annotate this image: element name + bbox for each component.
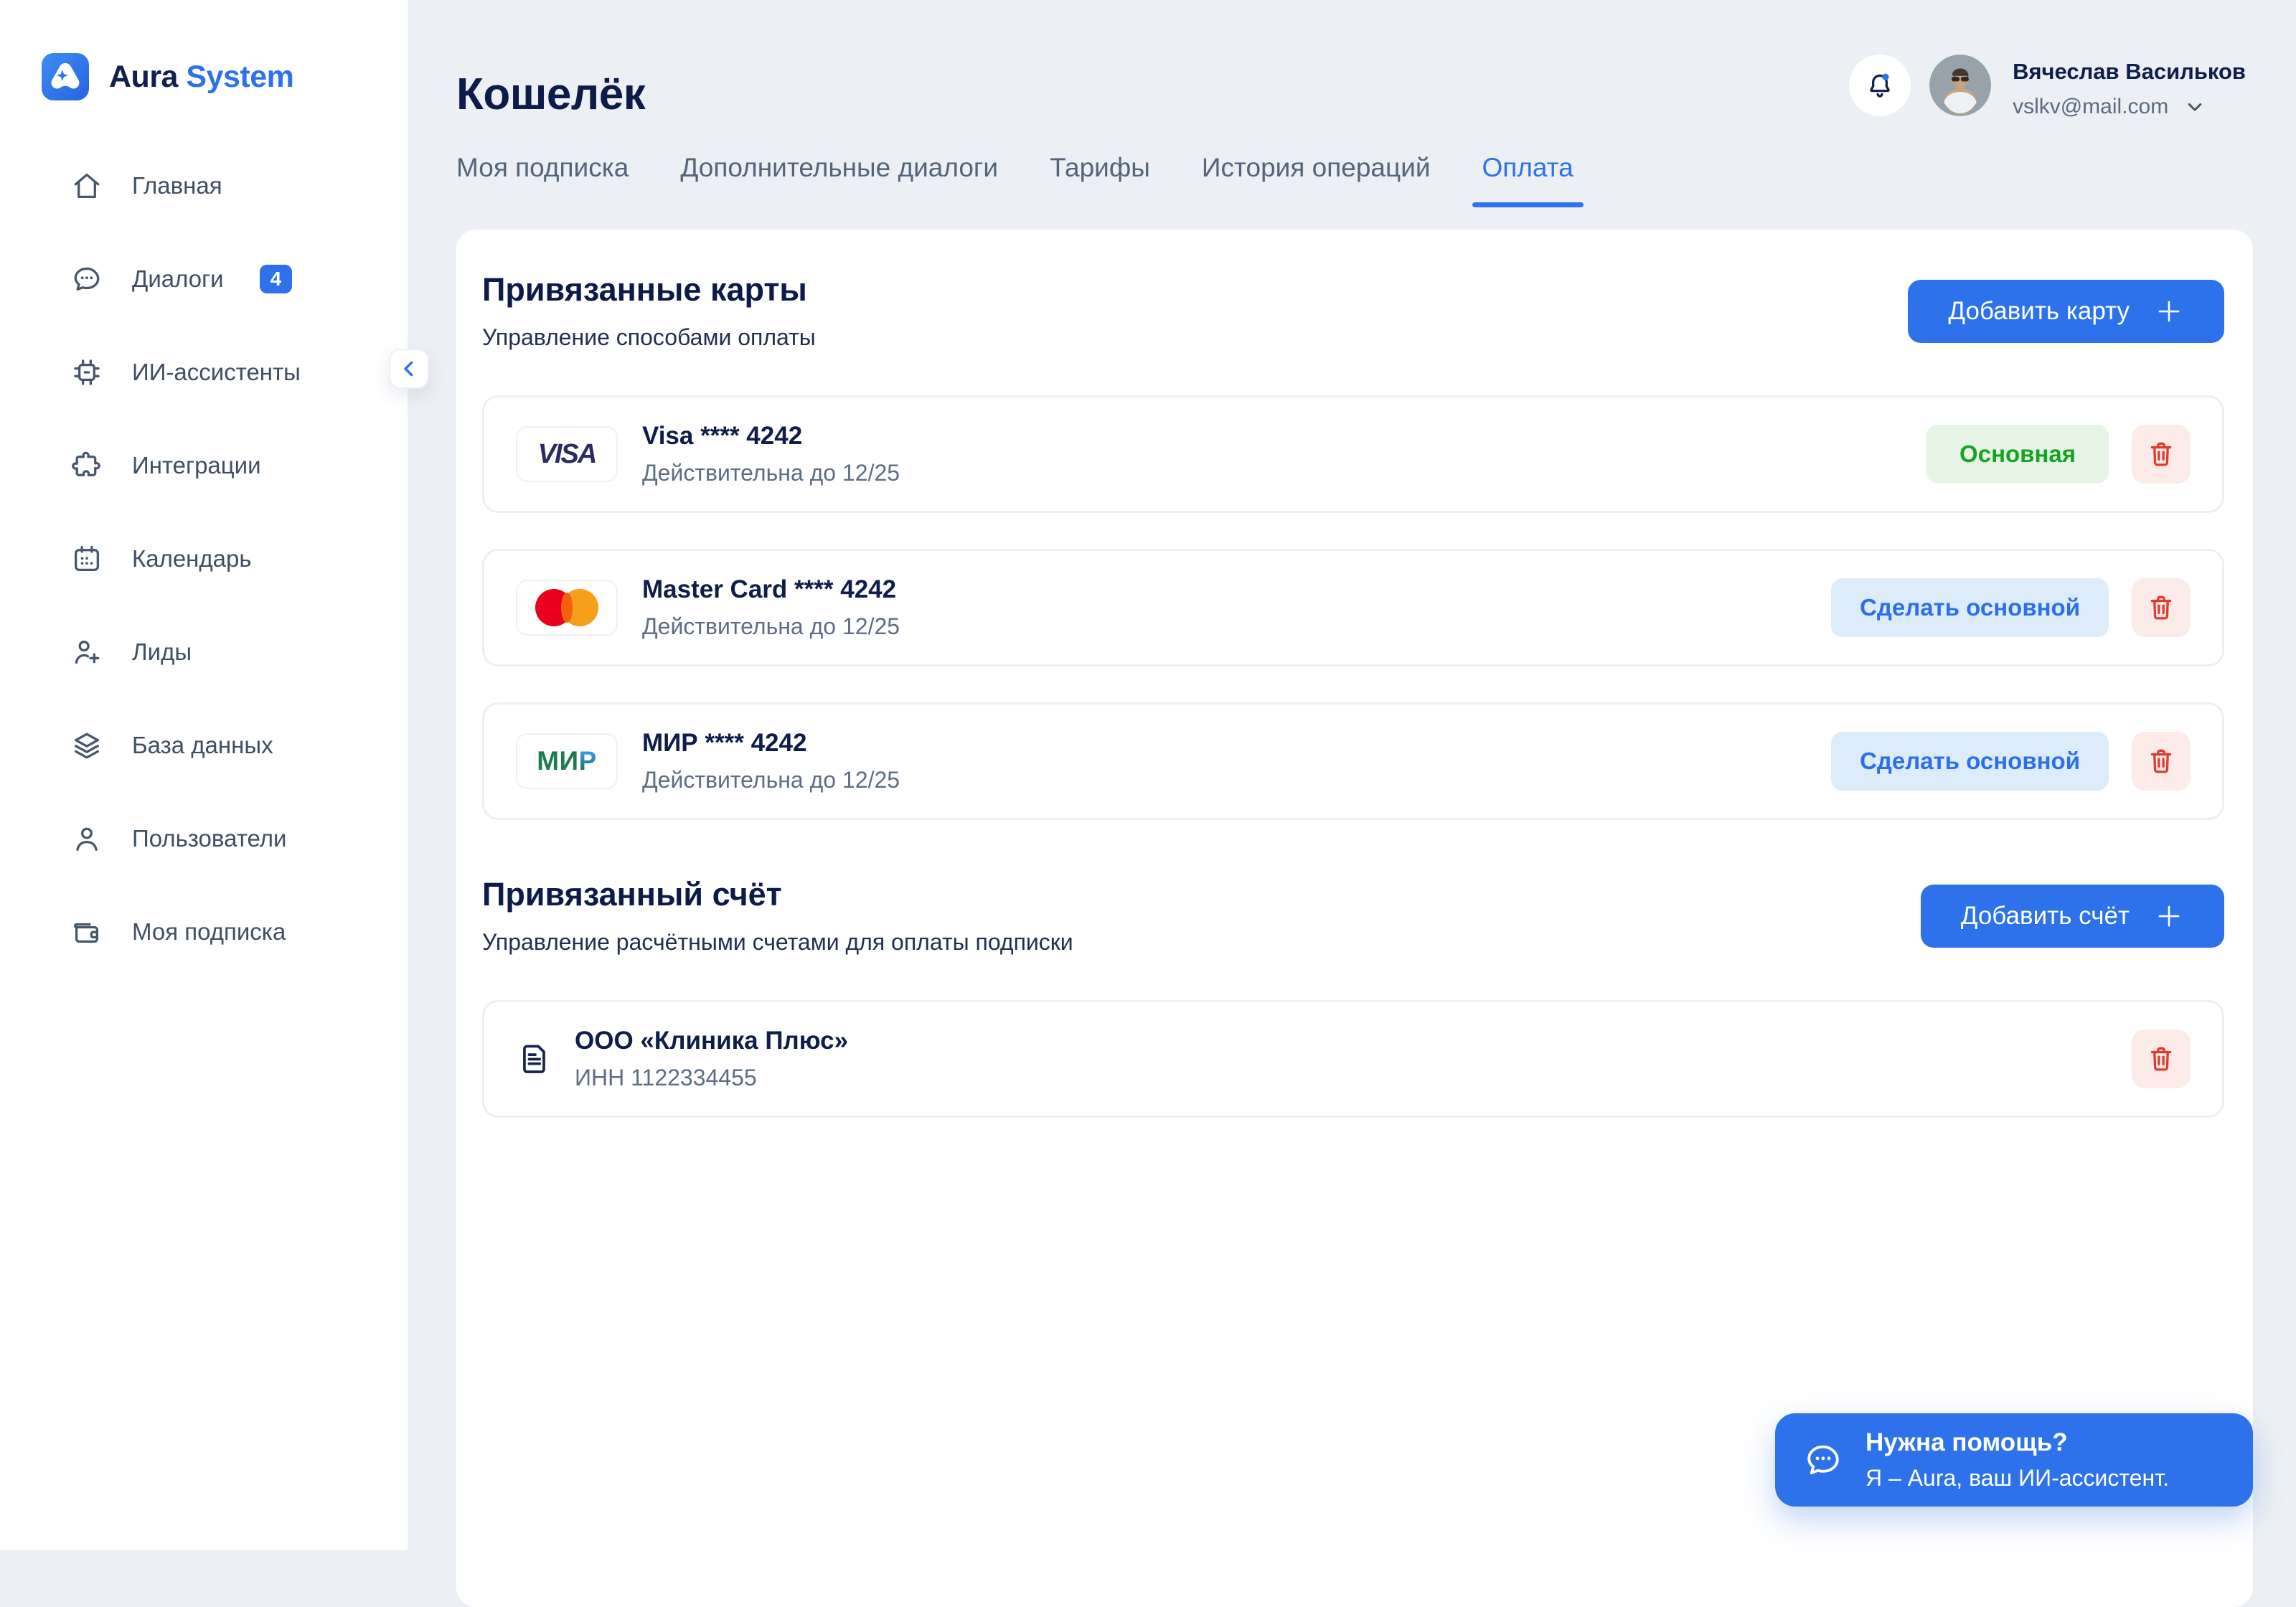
primary-card-badge: Основная [1926,425,2109,484]
sidebar-item-users[interactable]: Пользователи [0,792,408,885]
linked-cards-title: Привязанные карты [482,271,816,308]
sidebar-item-label: База данных [132,732,273,759]
user-email: vslkv@mail.com [2013,95,2168,119]
home-icon [70,169,103,202]
card-title: Visa **** 4242 [642,422,900,451]
wallet-icon [70,915,103,948]
sidebar-item-label: Лиды [132,638,192,666]
linked-account-title: Привязанный счёт [482,876,1073,913]
account-row: ООО «Клиника Плюс» ИНН 1122334455 [482,1000,2224,1118]
sidebar-item-label: Диалоги [132,265,224,293]
sidebar-item-ai-assistants[interactable]: ИИ-ассистенты [0,326,408,419]
add-card-button[interactable]: Добавить карту [1908,280,2224,343]
user-name: Вячеслав Васильков [2013,59,2246,85]
sidebar-item-label: ИИ-ассистенты [132,359,301,386]
app-name: Aura System [109,60,293,95]
tab-extra-dialogs[interactable]: Дополнительные диалоги [680,153,998,207]
sidebar-item-leads[interactable]: Лиды [0,605,408,699]
dialogs-count-badge: 4 [260,265,293,293]
plus-icon [2154,901,2184,931]
bell-icon [1864,70,1896,101]
chevron-left-icon [397,357,421,381]
delete-card-button[interactable] [2132,578,2191,637]
tab-my-subscription[interactable]: Моя подписка [456,153,629,207]
card-title: МИР **** 4242 [642,729,900,758]
app-logo[interactable]: Aura System [42,53,293,100]
make-primary-button[interactable]: Сделать основной [1831,732,2109,791]
user-icon [70,822,103,855]
sidebar-item-label: Моя подписка [132,918,286,946]
sidebar-collapse-button[interactable] [389,349,429,389]
tabs-bar: Моя подписка Дополнительные диалоги Тари… [456,153,1573,207]
chat-bubble-icon [1802,1439,1844,1481]
sidebar-item-home[interactable]: Главная [0,139,408,232]
user-area: Вячеслав Васильков vslkv@mail.com [1849,55,2246,119]
sidebar: Aura System Главная Диалоги 4 ИИ-ассисте… [0,0,408,1550]
mastercard-logo [516,580,618,636]
account-name: ООО «Клиника Плюс» [575,1027,848,1055]
trash-icon [2146,1044,2176,1074]
delete-card-button[interactable] [2132,732,2191,791]
mir-logo: МИР [516,733,618,789]
sidebar-item-database[interactable]: База данных [0,699,408,792]
document-icon [516,1040,553,1078]
aura-logo-icon [42,53,89,100]
help-widget-title: Нужна помощь? [1866,1428,2169,1457]
sidebar-nav: Главная Диалоги 4 ИИ-ассистенты Интеграц… [0,139,408,979]
notifications-button[interactable] [1849,55,1911,116]
card-title: Master Card **** 4242 [642,575,900,604]
sidebar-item-label: Главная [132,172,222,199]
card-expiry: Действительна до 12/25 [642,613,900,640]
sidebar-item-label: Интеграции [132,452,261,479]
sidebar-item-dialogs[interactable]: Диалоги 4 [0,232,408,326]
help-widget-subtitle: Я – Aura, ваш ИИ-ассистент. [1866,1465,2169,1491]
chevron-down-icon[interactable] [2183,95,2207,119]
tab-operations-history[interactable]: История операций [1202,153,1431,207]
linked-cards-section: Привязанные карты Управление способами о… [482,271,2224,820]
user-plus-icon [70,636,103,669]
card-expiry: Действительна до 12/25 [642,460,900,486]
linked-account-section: Привязанный счёт Управление расчётными с… [482,876,2224,1118]
trash-icon [2146,593,2176,623]
visa-logo: VISA [516,426,618,482]
trash-icon [2146,439,2176,469]
sidebar-item-label: Пользователи [132,825,286,852]
trash-icon [2146,746,2176,776]
make-primary-button[interactable]: Сделать основной [1831,578,2109,637]
card-row-visa: VISA Visa **** 4242 Действительна до 12/… [482,395,2224,513]
puzzle-icon [70,449,103,482]
page-header: Кошелёк Моя подписка Дополнительные диал… [456,0,1573,207]
card-row-mir: МИР МИР **** 4242 Действительна до 12/25… [482,702,2224,820]
layers-icon [70,729,103,762]
delete-card-button[interactable] [2132,425,2191,484]
tab-payment[interactable]: Оплата [1482,153,1573,207]
account-inn: ИНН 1122334455 [575,1065,848,1091]
linked-account-subtitle: Управление расчётными счетами для оплаты… [482,929,1073,956]
add-account-button[interactable]: Добавить счёт [1921,885,2224,948]
chat-icon [70,263,103,296]
page-title: Кошелёк [456,0,1573,120]
sidebar-item-my-subscription[interactable]: Моя подписка [0,885,408,979]
user-info[interactable]: Вячеслав Васильков vslkv@mail.com [2013,55,2246,119]
sidebar-item-calendar[interactable]: Календарь [0,512,408,605]
tab-tariffs[interactable]: Тарифы [1050,153,1150,207]
plus-icon [2154,296,2184,326]
calendar-icon [70,542,103,575]
sidebar-item-integrations[interactable]: Интеграции [0,419,408,512]
cpu-icon [70,356,103,389]
sidebar-item-label: Календарь [132,545,252,572]
help-widget[interactable]: Нужна помощь? Я – Aura, ваш ИИ-ассистент… [1775,1413,2253,1507]
card-row-mastercard: Master Card **** 4242 Действительна до 1… [482,549,2224,666]
payment-panel: Привязанные карты Управление способами о… [456,230,2253,1607]
card-expiry: Действительна до 12/25 [642,767,900,793]
linked-cards-subtitle: Управление способами оплаты [482,324,816,351]
avatar[interactable] [1929,55,1991,116]
delete-account-button[interactable] [2132,1029,2191,1088]
